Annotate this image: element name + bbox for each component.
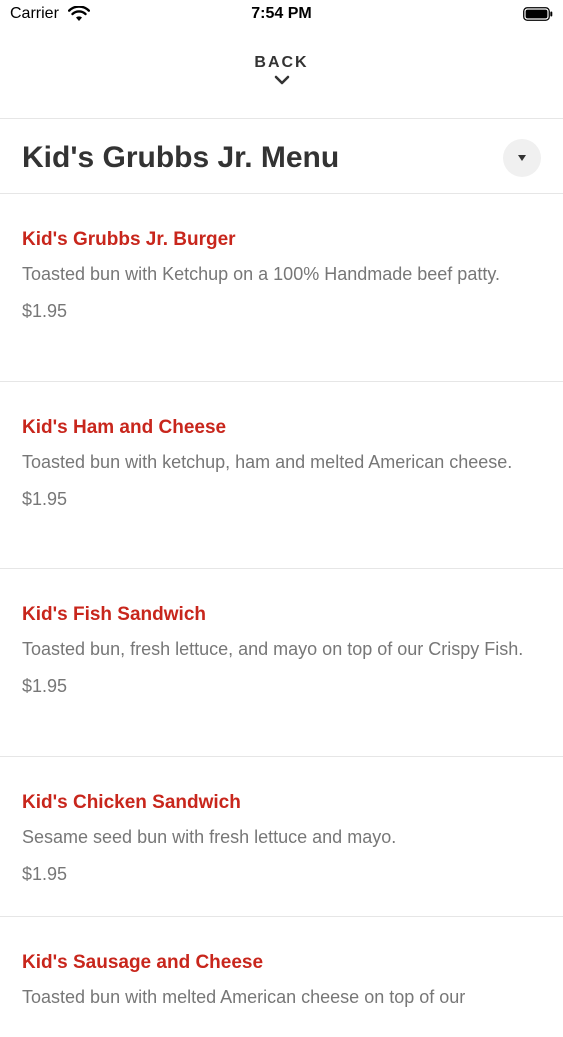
- menu-item-description: Toasted bun with ketchup, ham and melted…: [22, 452, 513, 472]
- status-bar: Carrier 7:54 PM: [0, 0, 563, 30]
- caret-down-icon: [518, 155, 526, 161]
- menu-item[interactable]: Kid's Fish Sandwich Toasted bun, fresh l…: [0, 569, 563, 757]
- chevron-down-icon: [274, 75, 289, 85]
- menu-item-description: Sesame seed bun with fresh lettuce and m…: [22, 827, 397, 847]
- menu-list: Kid's Grubbs Jr. Burger Toasted bun with…: [0, 194, 563, 1037]
- menu-dropdown-button[interactable]: [503, 139, 541, 177]
- menu-item[interactable]: Kid's Grubbs Jr. Burger Toasted bun with…: [0, 194, 563, 382]
- back-button[interactable]: BACK: [0, 50, 563, 110]
- menu-item-description: Toasted bun, fresh lettuce, and mayo on …: [22, 639, 524, 659]
- menu-item-name: Kid's Chicken Sandwich: [22, 792, 241, 813]
- menu-item-price: $1.95: [22, 676, 68, 696]
- menu-item-description: Toasted bun with Ketchup on a 100% Handm…: [22, 264, 500, 284]
- menu-item-description: Toasted bun with melted American cheese …: [22, 987, 466, 1007]
- menu-item-name: Kid's Sausage and Cheese: [22, 952, 264, 973]
- battery-icon: [523, 7, 553, 21]
- clock: 7:54 PM: [251, 5, 312, 22]
- menu-item[interactable]: Kid's Ham and Cheese Toasted bun with ke…: [0, 382, 563, 569]
- menu-item[interactable]: Kid's Chicken Sandwich Sesame seed bun w…: [0, 757, 563, 917]
- menu-item-name: Kid's Ham and Cheese: [22, 417, 227, 438]
- menu-header: Kid's Grubbs Jr. Menu: [0, 119, 563, 193]
- menu-item-price: $1.95: [22, 489, 68, 509]
- page-title: Kid's Grubbs Jr. Menu: [22, 141, 340, 174]
- menu-item-name: Kid's Grubbs Jr. Burger: [22, 229, 236, 250]
- menu-item-name: Kid's Fish Sandwich: [22, 604, 206, 625]
- menu-item[interactable]: Kid's Sausage and Cheese Toasted bun wit…: [0, 917, 563, 1037]
- menu-item-price: $1.95: [22, 864, 68, 884]
- menu-item-price: $1.95: [22, 301, 68, 321]
- back-label: BACK: [254, 54, 309, 71]
